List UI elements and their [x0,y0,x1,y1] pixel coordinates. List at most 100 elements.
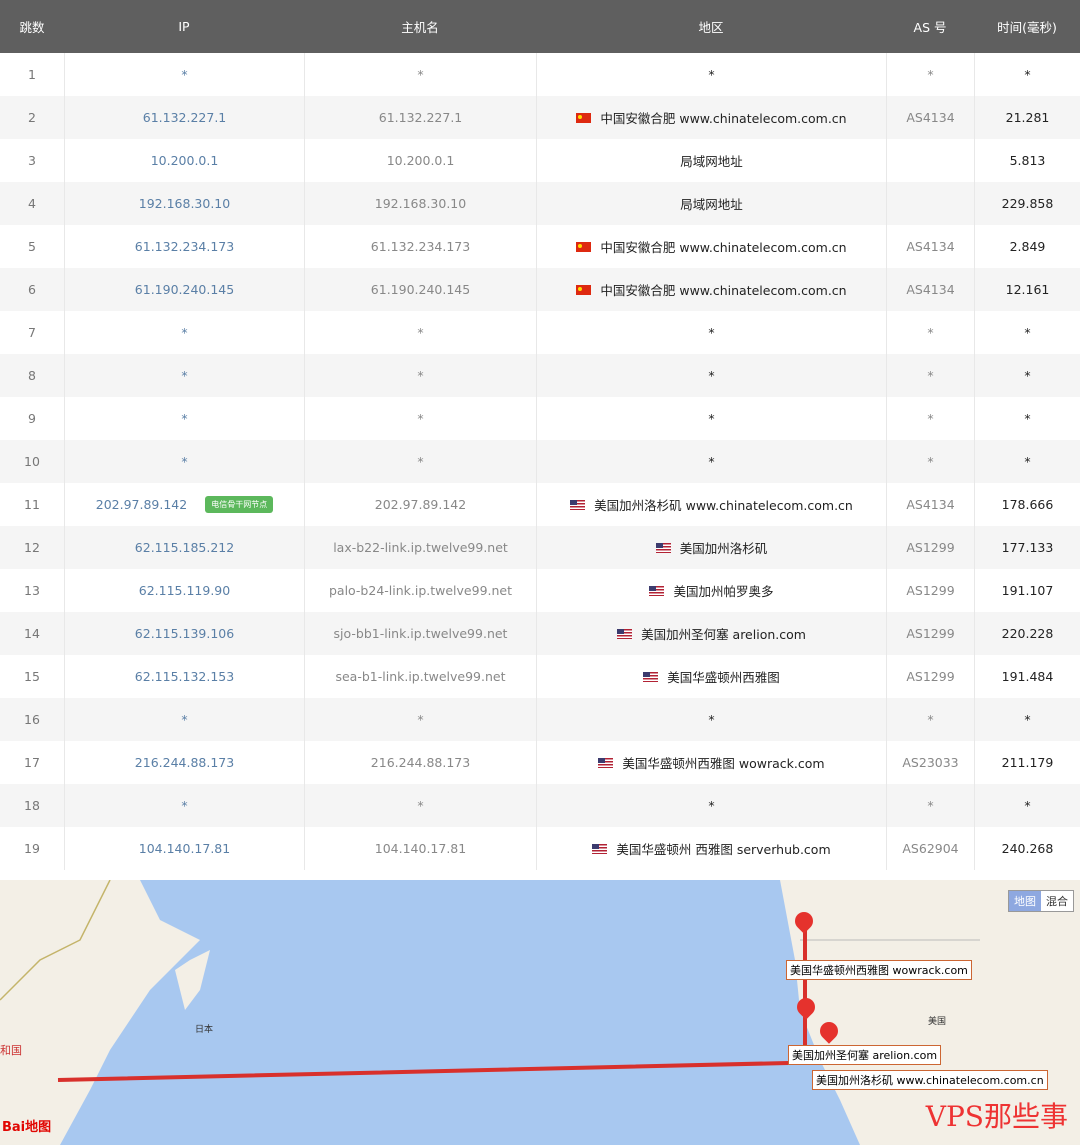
route-map[interactable]: 美国华盛顿州西雅图 wowrack.com 美国加州圣何塞 arelion.co… [0,880,1080,1145]
ip-cell-text: 61.190.240.145 [134,282,235,297]
ip-cell[interactable]: * [64,397,304,440]
table-body: 1 * * * * * 2 61.132.227.1 61.132.227.1 中国安徽合肥 ww… [0,53,1080,870]
hop-cell-text: 5 [28,239,36,254]
hostname-cell-text: 61.132.234.173 [370,239,471,254]
time-cell: 220.228 [974,612,1080,655]
as-cell-text: * [927,325,934,340]
hop-cell-text: 11 [24,497,40,512]
ip-cell[interactable]: * [64,354,304,397]
time-cell-text: 220.228 [1001,626,1054,641]
ip-cell[interactable]: 62.115.132.153 [64,655,304,698]
us-flag-icon [649,585,665,596]
ip-cell-text: * [181,454,188,469]
region-cell: * [536,311,886,354]
hostname-cell: 216.244.88.173 [304,741,536,784]
hostname-cell: sea-b1-link.ip.twelve99.net [304,655,536,698]
ip-cell-text: 216.244.88.173 [134,755,235,770]
map-label-la: 美国加州洛杉矶 www.chinatelecom.com.cn [812,1070,1048,1090]
us-flag-icon [643,671,659,682]
time-cell: * [974,311,1080,354]
as-cell-text: AS1299 [906,583,955,598]
region-cell-text: 美国华盛顿州西雅图 wowrack.com [622,756,825,771]
time-cell: 5.813 [974,139,1080,182]
time-cell: 178.666 [974,483,1080,526]
region-cell-text: * [708,712,715,727]
time-cell-text: 211.179 [1001,755,1054,770]
hop-cell: 5 [0,225,64,268]
hop-cell: 11 [0,483,64,526]
time-cell: * [974,354,1080,397]
time-cell: * [974,397,1080,440]
ip-cell[interactable]: * [64,440,304,483]
region-cell-text: * [708,454,715,469]
hostname-cell: * [304,311,536,354]
hostname-cell-text: * [417,67,424,82]
region-cell-text: * [708,411,715,426]
ip-cell-text: 202.97.89.142 [95,497,188,512]
region-cell-text: 中国安徽合肥 www.chinatelecom.com.cn [600,240,847,255]
ip-cell[interactable]: 61.132.227.1 [64,96,304,139]
region-cell: 局域网地址 [536,139,886,182]
hostname-cell-text: sea-b1-link.ip.twelve99.net [335,669,506,684]
map-type-toggle[interactable]: 地图 混合 [1008,890,1074,912]
as-cell: AS1299 [886,655,974,698]
hostname-cell-text: * [417,798,424,813]
as-cell-text: AS1299 [906,540,955,555]
ip-cell[interactable]: 61.132.234.173 [64,225,304,268]
ip-cell[interactable]: 216.244.88.173 [64,741,304,784]
time-cell-text: 229.858 [1001,196,1054,211]
hostname-cell-text: * [417,411,424,426]
region-cell: * [536,698,886,741]
as-cell-text: * [927,454,934,469]
time-cell-text: * [1024,454,1031,469]
hop-cell-text: 17 [24,755,40,770]
map-type-hybrid[interactable]: 混合 [1041,891,1073,911]
ip-cell[interactable]: 62.115.119.90 [64,569,304,612]
hostname-cell: * [304,397,536,440]
hop-cell: 14 [0,612,64,655]
region-cell-text: * [708,368,715,383]
ip-cell-text: * [181,67,188,82]
hostname-cell: 104.140.17.81 [304,827,536,870]
header-time: 时间(毫秒) [997,20,1057,35]
as-cell-text: AS62904 [902,841,959,856]
ip-cell[interactable]: 104.140.17.81 [64,827,304,870]
region-cell: 中国安徽合肥 www.chinatelecom.com.cn [536,96,886,139]
hop-cell: 2 [0,96,64,139]
ip-cell[interactable]: 192.168.30.10 [64,182,304,225]
ip-cell-text: 62.115.139.106 [134,626,235,641]
hop-cell: 13 [0,569,64,612]
time-cell: 191.484 [974,655,1080,698]
us-flag-icon [592,843,608,854]
map-type-map[interactable]: 地图 [1009,891,1041,911]
ip-cell[interactable]: 62.115.185.212 [64,526,304,569]
hostname-cell-text: 216.244.88.173 [370,755,471,770]
ip-cell-text: 192.168.30.10 [138,196,231,211]
us-flag-icon [655,542,671,553]
place-japan: 日本 [195,1025,214,1035]
as-cell: AS62904 [886,827,974,870]
ip-cell[interactable]: 202.97.89.142 电信骨干网节点 [64,483,304,526]
ip-cell[interactable]: 62.115.139.106 [64,612,304,655]
ip-cell[interactable]: 61.190.240.145 [64,268,304,311]
us-flag-icon [598,757,614,768]
ip-cell-text: 62.115.119.90 [138,583,231,598]
ip-cell-text: 10.200.0.1 [150,153,219,168]
hostname-cell-text: 61.190.240.145 [370,282,471,297]
ip-cell[interactable]: * [64,53,304,96]
table-row: 7 * * * * * [0,311,1080,354]
ip-cell[interactable]: 10.200.0.1 [64,139,304,182]
as-cell-text: * [927,798,934,813]
hop-cell: 15 [0,655,64,698]
ip-cell[interactable]: * [64,698,304,741]
ip-cell[interactable]: * [64,784,304,827]
hop-cell-text: 9 [28,411,36,426]
time-cell-text: * [1024,67,1031,82]
hostname-cell-text: * [417,368,424,383]
hop-cell-text: 14 [24,626,40,641]
as-cell: AS4134 [886,225,974,268]
region-cell-text: * [708,67,715,82]
ip-cell[interactable]: * [64,311,304,354]
hostname-cell: 202.97.89.142 [304,483,536,526]
region-cell: 美国华盛顿州 西雅图 serverhub.com [536,827,886,870]
